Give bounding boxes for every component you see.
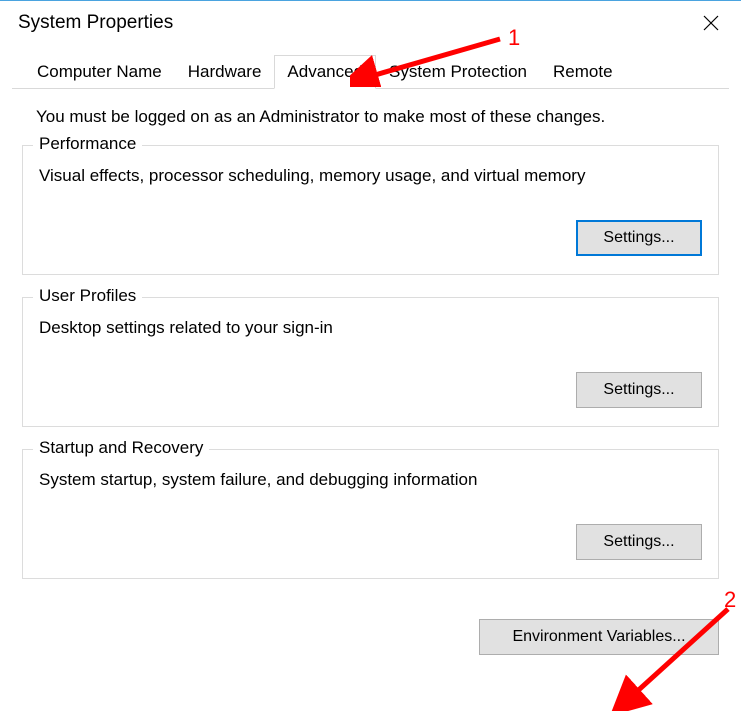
performance-group: Performance Visual effects, processor sc… [22, 145, 719, 275]
user-profiles-settings-button[interactable]: Settings... [576, 372, 702, 408]
tab-content: You must be logged on as an Administrato… [0, 89, 741, 611]
startup-recovery-group: Startup and Recovery System startup, sys… [22, 449, 719, 579]
tab-system-protection[interactable]: System Protection [376, 55, 540, 88]
close-icon[interactable] [695, 7, 727, 39]
startup-recovery-settings-button[interactable]: Settings... [576, 524, 702, 560]
admin-notice: You must be logged on as an Administrato… [22, 107, 719, 127]
annotation-arrow-2 [610, 601, 740, 711]
tab-computer-name[interactable]: Computer Name [24, 55, 175, 88]
window-title: System Properties [18, 12, 173, 34]
performance-desc: Visual effects, processor scheduling, me… [39, 166, 702, 186]
tab-hardware[interactable]: Hardware [175, 55, 275, 88]
startup-recovery-button-row: Settings... [39, 524, 702, 560]
environment-variables-button[interactable]: Environment Variables... [479, 619, 719, 655]
user-profiles-desc: Desktop settings related to your sign-in [39, 318, 702, 338]
tabs-row: Computer Name Hardware Advanced System P… [12, 55, 729, 89]
user-profiles-button-row: Settings... [39, 372, 702, 408]
system-properties-window: System Properties Computer Name Hardware… [0, 0, 741, 727]
startup-recovery-desc: System startup, system failure, and debu… [39, 470, 702, 490]
performance-legend: Performance [33, 134, 142, 154]
performance-settings-button[interactable]: Settings... [576, 220, 702, 256]
title-bar: System Properties [0, 1, 741, 45]
tab-remote[interactable]: Remote [540, 55, 626, 88]
startup-recovery-legend: Startup and Recovery [33, 438, 209, 458]
user-profiles-group: User Profiles Desktop settings related t… [22, 297, 719, 427]
performance-button-row: Settings... [39, 220, 702, 256]
user-profiles-legend: User Profiles [33, 286, 142, 306]
tab-advanced[interactable]: Advanced [274, 55, 376, 89]
env-button-row: Environment Variables... [0, 619, 741, 655]
